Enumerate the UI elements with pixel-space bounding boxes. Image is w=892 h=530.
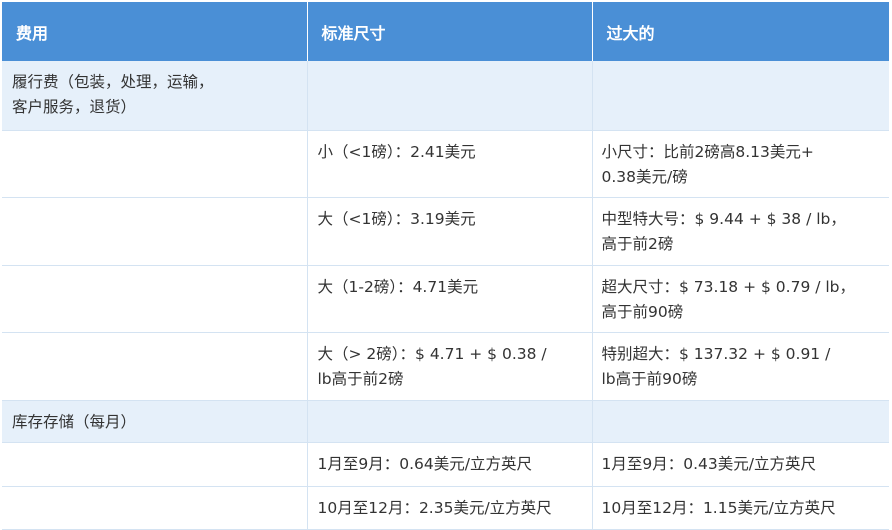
table-cell xyxy=(592,61,889,131)
table-cell: 10月至12月：1.15美元/立方英尺 xyxy=(592,486,889,530)
table-cell xyxy=(2,130,308,198)
section-row-storage: 库存存储（每月） xyxy=(2,400,889,443)
table-cell: 10月至12月：2.35美元/立方英尺 xyxy=(307,486,593,530)
table-cell: 大（<1磅）：3.19美元 xyxy=(307,197,593,266)
table-cell: 特别超大：$ 137.32 + $ 0.91 / lb高于前90磅 xyxy=(592,332,889,401)
table-row: 大（1-2磅）：4.71美元 超大尺寸：$ 73.18 + $ 0.79 / l… xyxy=(2,265,889,333)
table-row: 1月至9月：0.64美元/立方英尺 1月至9月：0.43美元/立方英尺 xyxy=(2,442,889,487)
table-row: 小（<1磅）：2.41美元 小尺寸：比前2磅高8.13美元+ 0.38美元/磅 xyxy=(2,130,889,198)
table-cell: 1月至9月：0.64美元/立方英尺 xyxy=(307,442,593,487)
table-cell: 大（1-2磅）：4.71美元 xyxy=(307,265,593,333)
table-row: 大（> 2磅）：$ 4.71 + $ 0.38 / lb高于前2磅 特别超大：$… xyxy=(2,332,889,401)
table-row: 10月至12月：2.35美元/立方英尺 10月至12月：1.15美元/立方英尺 xyxy=(2,486,889,530)
table-cell: 小尺寸：比前2磅高8.13美元+ 0.38美元/磅 xyxy=(592,130,889,198)
table-row: 大（<1磅）：3.19美元 中型特大号：$ 9.44 + $ 38 / lb， … xyxy=(2,197,889,266)
table-cell: 库存存储（每月） xyxy=(2,400,308,443)
header-standard-size: 标准尺寸 xyxy=(307,2,593,61)
table-cell xyxy=(307,400,593,443)
table-cell xyxy=(307,61,593,131)
table-cell: 中型特大号：$ 9.44 + $ 38 / lb， 高于前2磅 xyxy=(592,197,889,266)
table-cell xyxy=(2,442,308,487)
fee-table: 费用 标准尺寸 过大的 履行费（包装，处理，运输， 客户服务，退货） 小（<1磅… xyxy=(2,2,889,530)
table-cell: 1月至9月：0.43美元/立方英尺 xyxy=(592,442,889,487)
table-cell xyxy=(592,400,889,443)
header-fee: 费用 xyxy=(2,2,308,61)
section-row-fulfillment: 履行费（包装，处理，运输， 客户服务，退货） xyxy=(2,61,889,131)
header-row: 费用 标准尺寸 过大的 xyxy=(2,2,889,61)
table-cell xyxy=(2,332,308,401)
table-header: 费用 标准尺寸 过大的 xyxy=(2,2,889,61)
table-body: 履行费（包装，处理，运输， 客户服务，退货） 小（<1磅）：2.41美元 小尺寸… xyxy=(2,61,889,530)
table-cell xyxy=(2,197,308,266)
table-cell xyxy=(2,486,308,530)
table-cell: 小（<1磅）：2.41美元 xyxy=(307,130,593,198)
header-oversize: 过大的 xyxy=(592,2,889,61)
fee-table-container: 费用 标准尺寸 过大的 履行费（包装，处理，运输， 客户服务，退货） 小（<1磅… xyxy=(2,2,889,530)
table-cell: 履行费（包装，处理，运输， 客户服务，退货） xyxy=(2,61,308,131)
table-cell: 超大尺寸：$ 73.18 + $ 0.79 / lb， 高于前90磅 xyxy=(592,265,889,333)
table-cell xyxy=(2,265,308,333)
table-cell: 大（> 2磅）：$ 4.71 + $ 0.38 / lb高于前2磅 xyxy=(307,332,593,401)
